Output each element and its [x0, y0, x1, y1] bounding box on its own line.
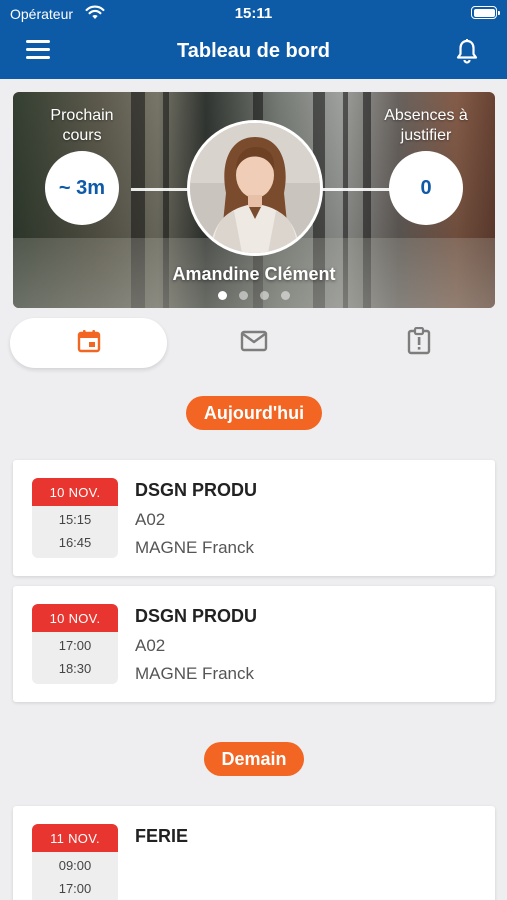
- page-title: Tableau de bord: [177, 40, 330, 62]
- course-date-badge: 10 NOV. 17:00 18:30: [32, 604, 118, 684]
- dashboard-tabs: [10, 318, 497, 368]
- course-title: DSGN PRODU: [135, 480, 258, 500]
- next-course-value[interactable]: ~ 3m: [45, 151, 119, 225]
- app-screen: Opérateur 15:11 Tableau de bord Prochain…: [0, 0, 507, 900]
- page-dot-3[interactable]: [260, 291, 269, 300]
- bell-icon[interactable]: [455, 38, 481, 66]
- section-tomorrow-label: Demain: [204, 742, 304, 776]
- page-dot-4[interactable]: [281, 291, 290, 300]
- calendar-icon: [76, 328, 102, 359]
- tab-absences[interactable]: [340, 318, 497, 368]
- status-time: 15:11: [234, 5, 273, 22]
- section-today-label: Aujourd'hui: [186, 396, 322, 430]
- course-title: FERIE: [135, 826, 189, 846]
- course-teacher: MAGNE Franck: [135, 538, 255, 557]
- course-start-time: 17:00: [58, 638, 92, 653]
- next-course-label: Prochain cours: [50, 107, 114, 144]
- status-bar: Opérateur 15:11: [0, 0, 507, 28]
- course-date: 10 NOV.: [32, 604, 118, 632]
- course-start-time: 09:00: [58, 858, 92, 873]
- clipboard-alert-icon: [407, 326, 431, 360]
- battery-icon: [471, 6, 500, 19]
- absences-label: Absences à justifier: [384, 107, 468, 144]
- course-card[interactable]: 10 NOV. 17:00 18:30 DSGN PRODU A02 MAGNE…: [13, 586, 495, 702]
- carousel-page-indicator: [13, 291, 495, 300]
- course-card[interactable]: 11 NOV. 09:00 17:00 FERIE: [13, 806, 495, 900]
- tab-messages[interactable]: [175, 318, 332, 368]
- course-room: A02: [135, 636, 166, 655]
- course-end-time: 16:45: [58, 535, 92, 550]
- course-date: 11 NOV.: [32, 824, 118, 852]
- dashboard-hero-card[interactable]: Prochain cours ~ 3m Absences à justifier…: [13, 92, 495, 308]
- course-end-time: 18:30: [58, 661, 92, 676]
- student-name: Amandine Clément: [172, 264, 336, 284]
- course-room: A02: [135, 510, 166, 529]
- course-date-badge: 11 NOV. 09:00 17:00: [32, 824, 118, 900]
- course-teacher: MAGNE Franck: [135, 664, 255, 683]
- top-bar: Opérateur 15:11 Tableau de bord: [0, 0, 507, 79]
- page-dot-1[interactable]: [218, 291, 227, 300]
- course-date: 10 NOV.: [32, 478, 118, 506]
- page-dot-2[interactable]: [239, 291, 248, 300]
- course-end-time: 17:00: [58, 881, 92, 896]
- student-avatar[interactable]: [187, 120, 323, 256]
- course-date-badge: 10 NOV. 15:15 16:45: [32, 478, 118, 558]
- absences-value[interactable]: 0: [389, 151, 463, 225]
- course-title: DSGN PRODU: [135, 606, 258, 626]
- tab-calendar[interactable]: [10, 318, 167, 368]
- course-start-time: 15:15: [58, 512, 92, 527]
- mail-icon: [240, 330, 268, 357]
- course-card[interactable]: 10 NOV. 15:15 16:45 DSGN PRODU A02 MAGNE…: [13, 460, 495, 576]
